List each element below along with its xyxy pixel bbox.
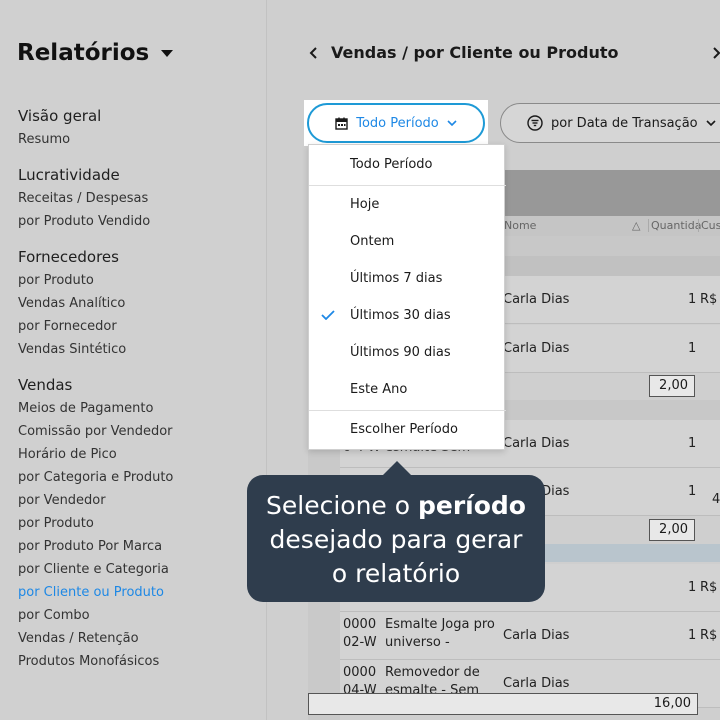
period-option-30-days[interactable]: Últimos 30 dias: [309, 298, 506, 334]
sidebar-title: Relatórios: [17, 40, 150, 66]
period-filter-highlight: Todo Período: [304, 100, 488, 146]
checkmark-icon: [321, 310, 335, 320]
subtotal-field: 2,00: [649, 375, 695, 397]
tooltip-emphasis: período: [417, 491, 526, 520]
chevron-down-icon: [706, 119, 716, 126]
row-client: Carla Dias: [503, 676, 570, 691]
menu-divider: [309, 185, 506, 186]
sidebar-section: Lucratividade Receitas / Despesas por Prod…: [18, 163, 258, 233]
sidebar-item[interactable]: Comissão por Vendedor: [18, 420, 258, 443]
period-option-yesterday[interactable]: Ontem: [309, 224, 506, 260]
table-row[interactable]: 0000 02-W Esmalte Joga pro universo - Ca…: [340, 612, 720, 660]
sort-icon[interactable]: △: [632, 219, 640, 232]
row-price: R$: [700, 292, 718, 307]
period-dropdown-menu: Todo Período Hoje Ontem Últimos 7 dias Ú…: [308, 144, 506, 450]
sidebar-item[interactable]: por Vendedor: [18, 489, 258, 512]
transaction-date-filter-button[interactable]: por Data de Transação: [500, 103, 720, 143]
sidebar-item[interactable]: Vendas Sintético: [18, 338, 258, 361]
sidebar-item[interactable]: Receitas / Despesas: [18, 187, 258, 210]
column-header-nome[interactable]: Nome: [504, 219, 536, 232]
tooltip-arrow: [382, 461, 412, 476]
period-option-7-days[interactable]: Últimos 7 dias: [309, 261, 506, 297]
tooltip-line-1: Selecione o período: [247, 489, 545, 523]
sidebar-item[interactable]: por Fornecedor: [18, 315, 258, 338]
sidebar: Relatórios Visão geral Resumo Lucratividad…: [0, 0, 267, 720]
row-product: Esmalte Joga pro universo -: [385, 617, 495, 650]
calendar-icon: [335, 117, 348, 130]
caret-down-icon[interactable]: [161, 49, 174, 57]
period-option-all[interactable]: Todo Período: [309, 147, 506, 183]
sidebar-item[interactable]: por Cliente e Categoria: [18, 558, 258, 581]
page-title: Vendas / por Cliente ou Produto: [331, 43, 619, 62]
sidebar-item[interactable]: Meios de Pagamento: [18, 397, 258, 420]
back-chevron-icon[interactable]: [308, 44, 318, 62]
menu-divider: [309, 410, 506, 411]
period-filter-button[interactable]: Todo Período: [307, 103, 485, 143]
sidebar-section: Fornecedores por Produto Vendas Analítico p…: [18, 245, 258, 361]
row-code: 0000 02-W: [343, 617, 377, 650]
tooltip-line-2: desejado para gerar: [269, 525, 523, 554]
sidebar-section: Visão geral Resumo: [18, 104, 258, 151]
row-quantity: 1: [688, 436, 697, 451]
tooltip-line-3: o relatório: [331, 559, 461, 588]
sidebar-item[interactable]: por Produto: [18, 512, 258, 535]
sidebar-item[interactable]: Vendas Analítico: [18, 292, 258, 315]
tooltip-text: Selecione o: [266, 491, 418, 520]
subtotal-field: 2,00: [649, 519, 695, 541]
sidebar-item[interactable]: Vendas / Retenção: [18, 627, 258, 650]
sidebar-item[interactable]: por Cliente ou Produto: [18, 581, 258, 604]
sidebar-item[interactable]: Resumo: [18, 128, 258, 151]
sidebar-item[interactable]: por Categoria e Produto: [18, 466, 258, 489]
filter-icon: [527, 115, 543, 131]
row-price: R$: [700, 628, 718, 643]
sidebar-item[interactable]: por Produto Vendido: [18, 210, 258, 233]
sidebar-section-heading[interactable]: Vendas: [18, 373, 258, 397]
column-header-custo[interactable]: Cus: [698, 219, 720, 232]
sidebar-item[interactable]: por Produto: [18, 269, 258, 292]
reports-menu-title[interactable]: Relatórios: [17, 40, 174, 66]
total-field: 16,00: [308, 693, 698, 715]
row-quantity: 1: [688, 484, 697, 499]
row-client: Carla Dias: [503, 628, 570, 643]
period-option-today[interactable]: Hoje: [309, 187, 506, 223]
transaction-filter-label: por Data de Transação: [551, 115, 698, 131]
period-option-label: Últimos 30 dias: [350, 308, 451, 323]
row-client: Carla Dias: [503, 341, 570, 356]
chevron-down-icon: [447, 119, 457, 126]
sidebar-item[interactable]: por Produto Por Marca: [18, 535, 258, 558]
sidebar-item[interactable]: Horário de Pico: [18, 443, 258, 466]
column-header-quantidade[interactable]: Quantida: [648, 219, 701, 232]
sidebar-sections: Visão geral Resumo Lucratividade Receitas /…: [18, 104, 258, 685]
sidebar-section-heading[interactable]: Lucratividade: [18, 163, 258, 187]
period-option-custom[interactable]: Escolher Período: [309, 412, 506, 448]
row-quantity: 1: [688, 628, 697, 643]
row-price: R$: [700, 580, 718, 595]
row-quantity: 1: [688, 292, 697, 307]
row-quantity: 1: [688, 580, 697, 595]
row-client: Carla Dias: [503, 436, 570, 451]
sidebar-section-heading[interactable]: Visão geral: [18, 104, 258, 128]
row-client: Carla Dias: [503, 292, 570, 307]
row-fragment: 48: [712, 492, 720, 507]
period-option-this-year[interactable]: Este Ano: [309, 372, 506, 408]
hint-tooltip: Selecione o período desejado para gerar …: [247, 475, 545, 602]
row-quantity: 1: [688, 341, 697, 356]
period-filter-label: Todo Período: [356, 115, 439, 131]
forward-chevron-icon[interactable]: [711, 44, 720, 62]
sidebar-section: Vendas Meios de Pagamento Comissão por Ven…: [18, 373, 258, 673]
sidebar-item[interactable]: Produtos Monofásicos: [18, 650, 258, 673]
period-option-90-days[interactable]: Últimos 90 dias: [309, 335, 506, 371]
sidebar-section-heading[interactable]: Fornecedores: [18, 245, 258, 269]
sidebar-item[interactable]: por Combo: [18, 604, 258, 627]
